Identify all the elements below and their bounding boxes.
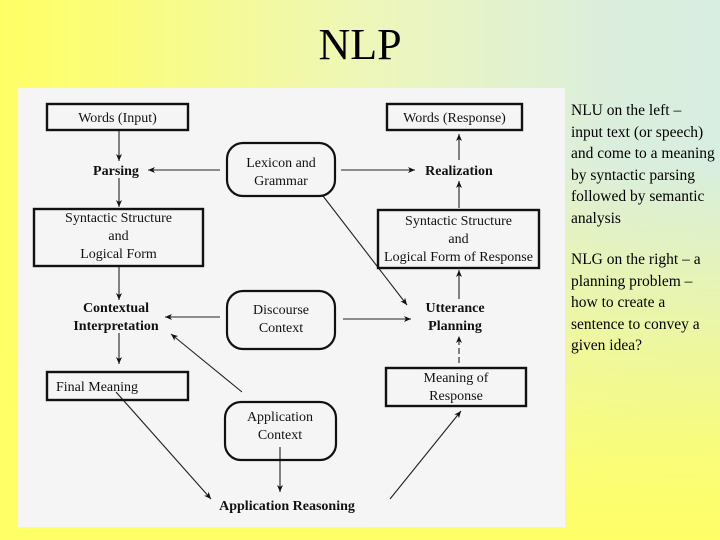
node-contextual-line-1: Contextual [83, 301, 149, 316]
node-meaning-of-response: Meaning of Response [384, 366, 528, 408]
node-application-reasoning-label: Application Reasoning [219, 499, 355, 514]
node-syntactic-response-line-3: Logical Form of Response [384, 250, 533, 265]
note-nlg: NLG on the right – a planning problem – … [571, 251, 701, 354]
node-contextual-line-2: Interpretation [73, 319, 158, 334]
node-appcontext-line-2: Context [258, 428, 302, 443]
node-final-meaning-label: Final Meaning [56, 380, 138, 395]
node-syntactic-line-3: Logical Form [80, 247, 157, 262]
node-contextual-interpretation: Contextual Interpretation [73, 301, 158, 334]
node-syntactic-structure-response: Syntactic Structure and Logical Form of … [376, 208, 541, 270]
edge-final-to-reasoning [115, 391, 212, 500]
node-syntactic-structure: Syntactic Structure and Logical Form [32, 207, 205, 268]
node-words-response-label: Words (Response) [403, 111, 506, 126]
node-lexicon-grammar: Lexicon and Grammar [225, 141, 337, 198]
node-words-input-label: Words (Input) [78, 111, 157, 126]
node-realization: Realization [425, 164, 493, 179]
slide-title: NLP [318, 20, 402, 69]
node-realization-label: Realization [425, 164, 493, 179]
nlp-pipeline-diagram: Words (Input) Parsing Syntactic Structur… [18, 88, 565, 527]
node-lexicon-line-2: Grammar [254, 174, 308, 189]
node-syntactic-line-2: and [108, 229, 128, 244]
node-parsing-label: Parsing [93, 164, 139, 179]
node-meaning-response-line-1: Meaning of [424, 371, 489, 386]
node-words-input: Words (Input) [45, 102, 190, 132]
node-lexicon-line-1: Lexicon and [246, 156, 316, 171]
node-meaning-response-line-2: Response [429, 389, 483, 404]
note-nlu: NLU on the left – input text (or speech)… [571, 102, 715, 227]
node-application-reasoning: Application Reasoning [219, 499, 355, 514]
node-words-response: Words (Response) [385, 102, 524, 132]
edge-reasoning-to-meaning-response [389, 410, 462, 500]
node-syntactic-response-line-2: and [448, 232, 468, 247]
node-discourse-line-1: Discourse [253, 303, 309, 318]
node-utterance-line-2: Planning [428, 319, 482, 334]
side-notes: NLU on the left – input text (or speech)… [571, 100, 716, 377]
node-utterance-line-1: Utterance [425, 301, 484, 316]
node-parsing: Parsing [93, 164, 139, 179]
node-appcontext-line-1: Application [247, 410, 313, 425]
node-syntactic-response-line-1: Syntactic Structure [405, 214, 512, 229]
node-discourse-context: Discourse Context [225, 289, 337, 351]
node-syntactic-line-1: Syntactic Structure [65, 211, 172, 226]
node-discourse-line-2: Context [259, 321, 303, 336]
node-utterance-planning: Utterance Planning [425, 301, 484, 334]
node-final-meaning: Final Meaning [45, 370, 190, 402]
